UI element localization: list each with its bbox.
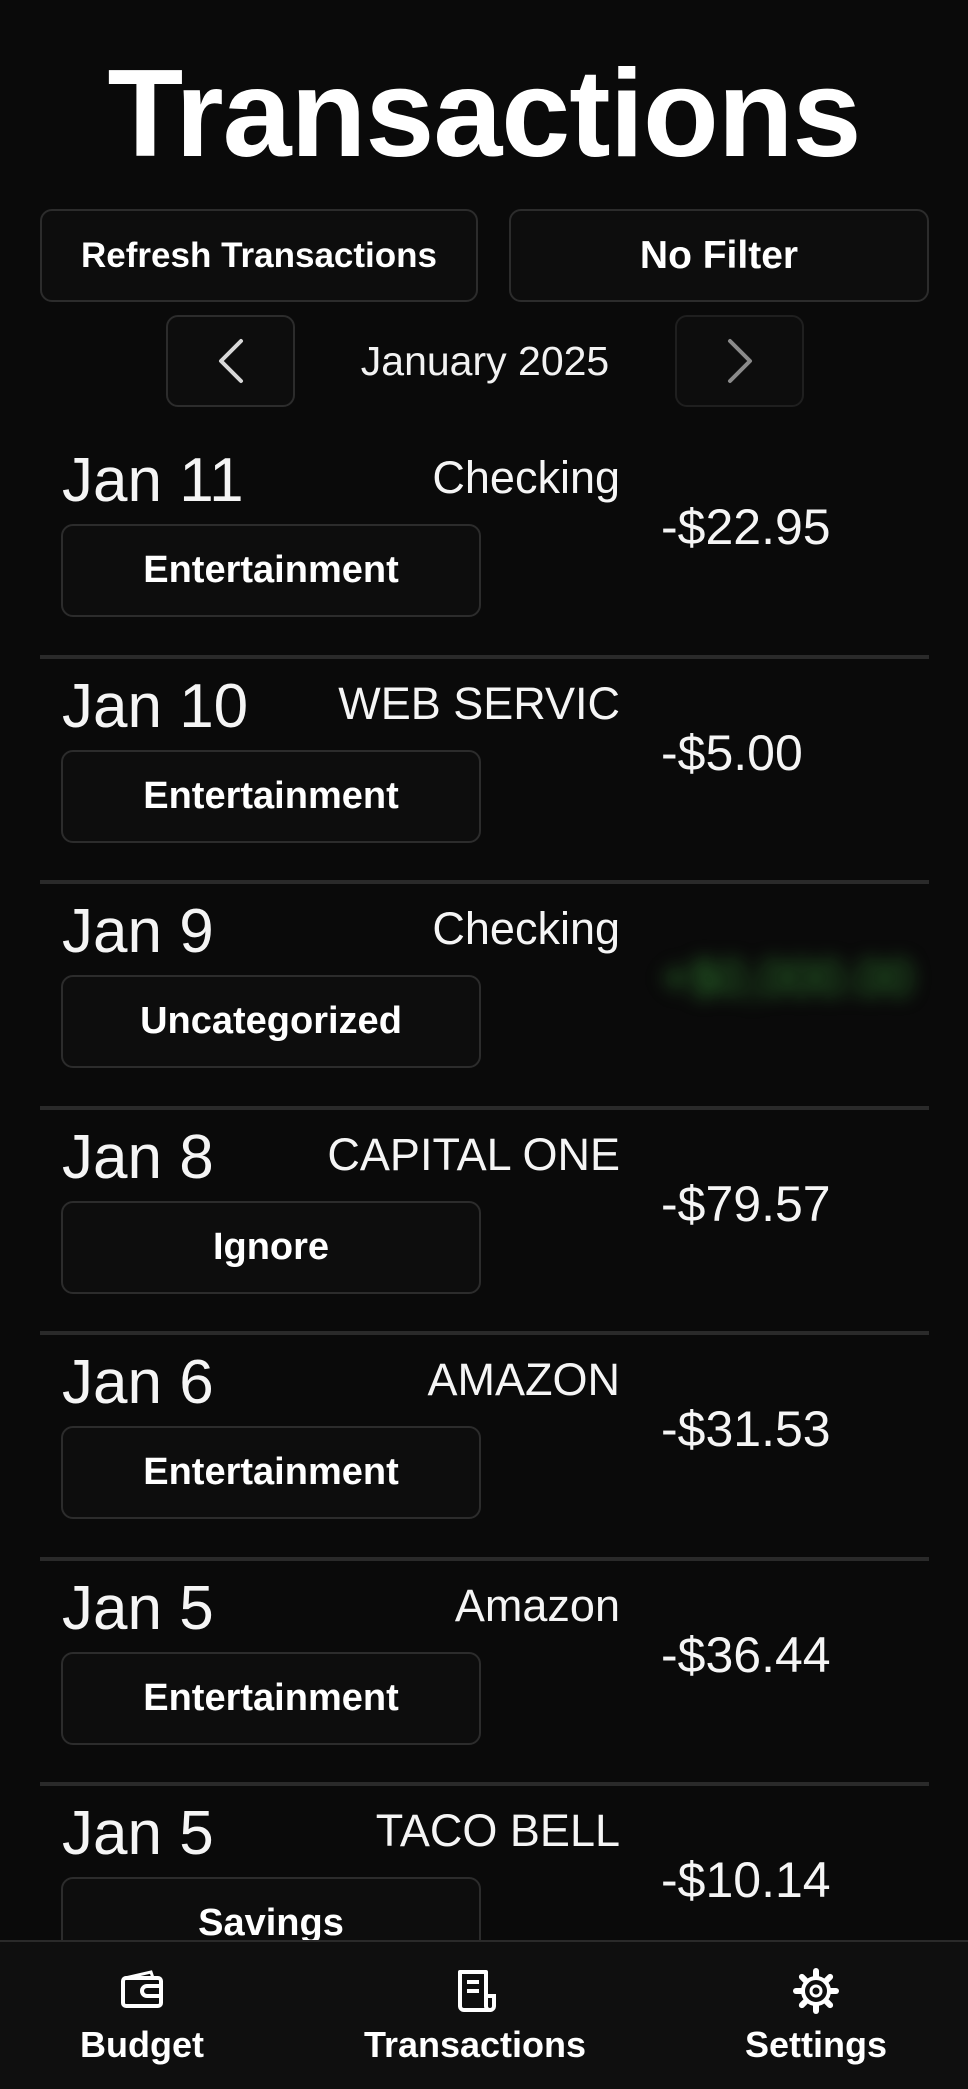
wallet-icon [121,1969,163,2008]
filter-button[interactable]: No Filter [509,209,929,302]
chevron-left-icon [218,339,243,383]
nav-budget-label: Budget [80,2023,204,2065]
category-button[interactable]: Savings [61,1877,481,1940]
transaction-row[interactable]: Jan 5 Amazon -$36.44 Entertainment [0,1561,968,1786]
transaction-amount: -$22.95 [661,499,831,555]
transaction-account: AMAZON [427,1354,620,1405]
category-button[interactable]: Entertainment [61,1651,481,1745]
transaction-amount: -$31.53 [661,1401,831,1457]
category-button[interactable]: Uncategorized [61,975,481,1068]
transaction-amount: -$79.57 [661,1175,831,1232]
transaction-date: Jan 11 [62,446,244,515]
transaction-amount: -$10.14 [661,1852,831,1908]
transaction-list[interactable]: Jan 11 Checking -$22.95 Entertainment Ja… [0,433,968,1940]
transaction-account: WEB SERVIC [338,677,620,729]
transaction-date: Jan 5 [62,1573,214,1643]
transaction-row[interactable]: Jan 5 TACO BELL -$10.14 Savings [0,1786,968,1940]
transaction-amount-redacted: +$0,000.00 [661,950,913,1006]
chevron-right-icon [727,339,752,383]
nav-budget[interactable]: Budget [42,1942,242,2089]
nav-settings-label: Settings [744,2023,887,2065]
transaction-amount: -$5.00 [661,724,803,781]
transaction-date: Jan 8 [62,1122,214,1192]
transaction-row[interactable]: Jan 10 WEB SERVIC -$5.00 Entertainment [0,659,968,884]
category-button[interactable]: Entertainment [61,1426,481,1519]
refresh-transactions-button[interactable]: Refresh Transactions [40,209,478,302]
transaction-account: TACO BELL [375,1805,620,1856]
receipt-icon [458,1969,496,2012]
nav-transactions[interactable]: Transactions [350,1942,600,2089]
transaction-account: CAPITAL ONE [327,1128,620,1180]
category-button[interactable]: Entertainment [61,749,481,843]
transaction-row[interactable]: Jan 11 Checking -$22.95 Entertainment [0,433,968,659]
transaction-row[interactable]: Jan 9 Checking +$0,000.00 Uncategorized [0,884,968,1110]
transaction-account: Checking [432,903,620,954]
transaction-row[interactable]: Jan 8 CAPITAL ONE -$79.57 Ignore [0,1110,968,1335]
transaction-date: Jan 5 [62,1799,214,1868]
transaction-account: Checking [432,452,620,503]
next-month-button[interactable] [675,315,804,407]
transaction-account: Amazon [454,1579,620,1631]
gear-icon [793,1967,839,2014]
nav-settings[interactable]: Settings [716,1942,916,2089]
category-button[interactable]: Ignore [61,1200,481,1294]
transaction-date: Jan 6 [62,1348,214,1417]
transaction-date: Jan 9 [62,897,214,966]
category-button[interactable]: Entertainment [61,524,481,617]
bottom-navigation: Budget Transactions Settings [0,1940,968,2089]
page-title: Transactions [107,45,862,183]
previous-month-button[interactable] [166,315,295,407]
month-label: January 2025 [360,337,610,384]
transaction-date: Jan 10 [62,671,249,741]
transaction-amount: -$36.44 [661,1626,831,1683]
transaction-row[interactable]: Jan 6 AMAZON -$31.53 Entertainment [0,1335,968,1561]
nav-transactions-label: Transactions [363,2023,587,2065]
